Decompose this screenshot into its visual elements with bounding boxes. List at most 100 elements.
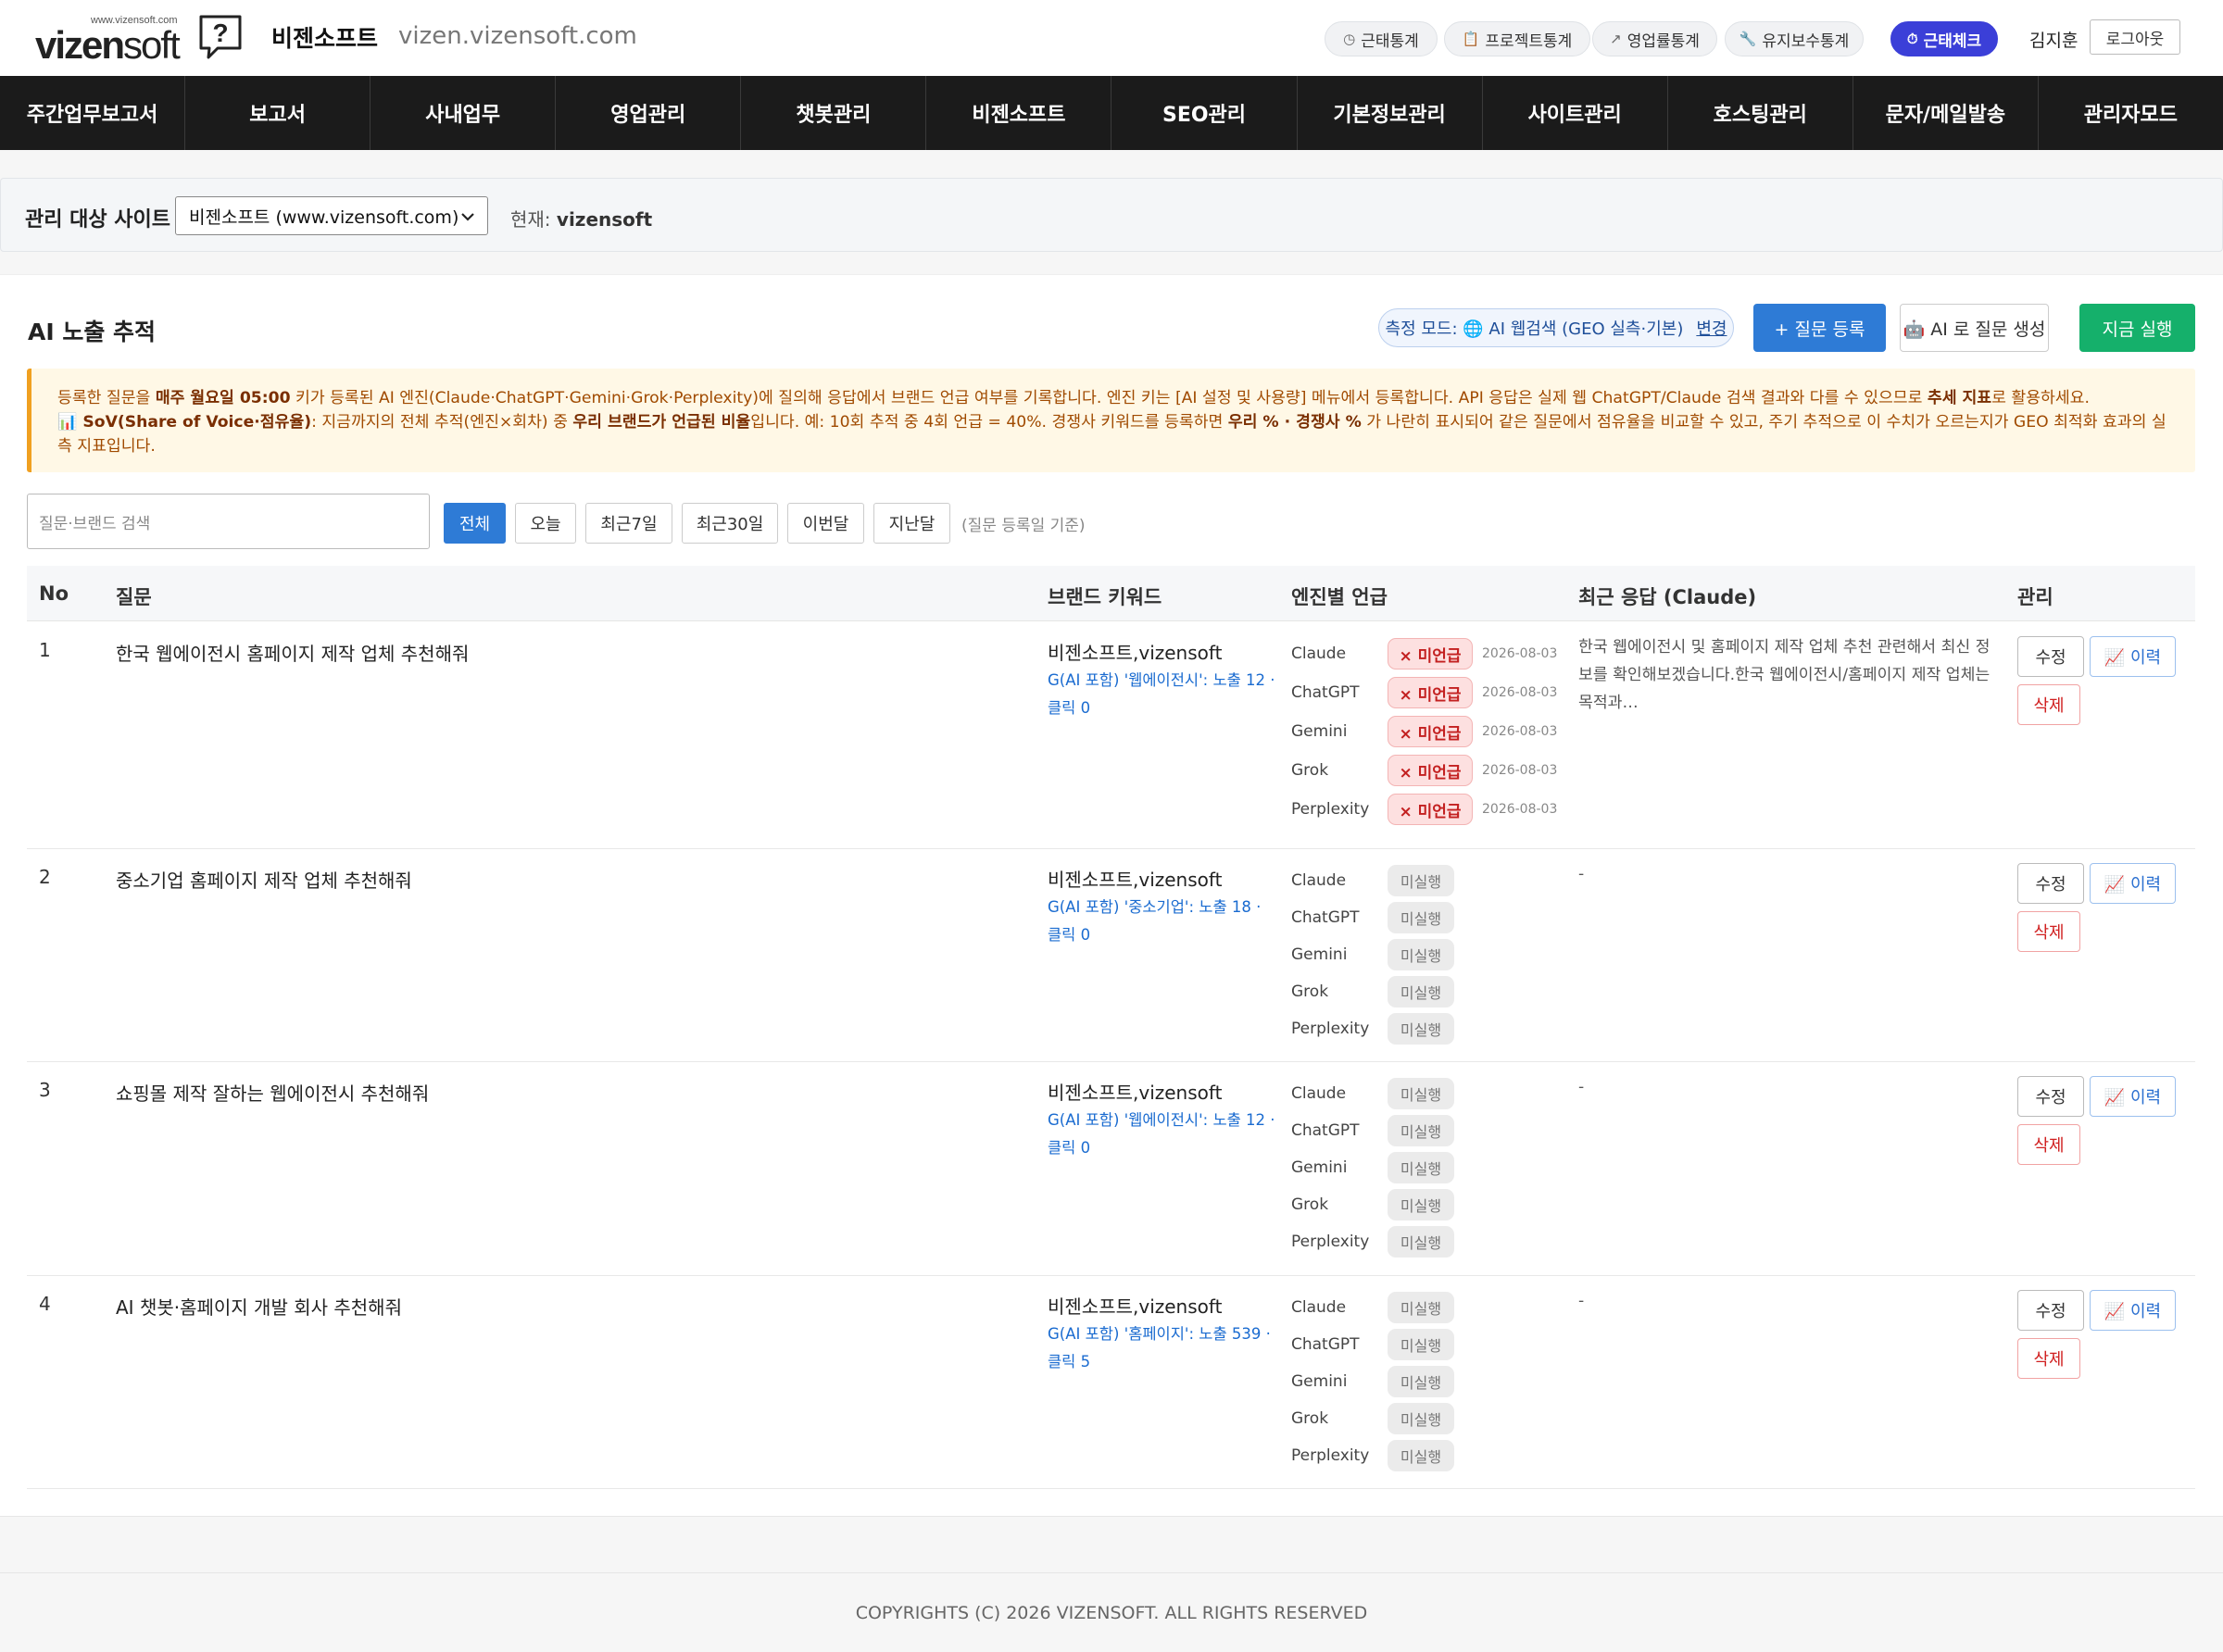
engine-date: 2026-08-03 bbox=[1482, 646, 1558, 661]
project-stats-button[interactable]: 📋 프로젝트통계 bbox=[1444, 21, 1590, 56]
add-question-button[interactable]: + 질문 등록 bbox=[1753, 304, 1886, 352]
history-button[interactable]: 📈 이력 bbox=[2090, 1290, 2176, 1331]
engine-name: ChatGPT bbox=[1291, 908, 1360, 927]
table-row: 1 한국 웹에이전시 홈페이지 제작 업체 추천해줘 비젠소프트,vizensoft… bbox=[27, 622, 2195, 849]
table-row: 4 AI 챗봇·홈페이지 개발 회사 추천해줘 비젠소프트,vizensoft G(A… bbox=[27, 1276, 2195, 1489]
row-number: 3 bbox=[39, 1079, 51, 1101]
keyword-text: 비젠소프트,vizensoft bbox=[1048, 1295, 1223, 1318]
run-now-button[interactable]: 지금 실행 bbox=[2079, 304, 2195, 352]
history-button[interactable]: 📈 이력 bbox=[2090, 863, 2176, 904]
engine-row: Grok × 미언급 2026-08-03 bbox=[1291, 753, 1569, 786]
search-input[interactable]: 질문·브랜드 검색 bbox=[27, 494, 430, 549]
nav-seo[interactable]: SEO관리 bbox=[1112, 76, 1298, 150]
edit-button[interactable]: 수정 bbox=[2017, 1076, 2084, 1117]
company-logo[interactable]: www.vizensoft.com vizensoft ? bbox=[35, 13, 244, 67]
not-mentioned-badge: × 미언급 bbox=[1388, 677, 1473, 708]
engine-row: Claude × 미언급 2026-08-03 bbox=[1291, 636, 1569, 670]
nav-chatbot[interactable]: 챗봇관리 bbox=[741, 76, 927, 150]
latest-response: - bbox=[1578, 1078, 1585, 1096]
engine-row: Perplexity 미실행 bbox=[1291, 1224, 1569, 1258]
engine-row: Perplexity 미실행 bbox=[1291, 1438, 1569, 1471]
maintenance-stats-button[interactable]: 🔧 유지보수통계 bbox=[1725, 21, 1864, 56]
logout-button[interactable]: 로그아웃 bbox=[2090, 19, 2180, 55]
engine-name: Gemini bbox=[1291, 1158, 1348, 1177]
trend-icon: ↗ bbox=[1610, 31, 1622, 47]
site-select[interactable]: 비젠소프트 (www.vizensoft.com) bbox=[175, 196, 488, 235]
not-mentioned-badge: × 미언급 bbox=[1388, 638, 1473, 670]
filter-30days[interactable]: 최근30일 bbox=[682, 503, 778, 544]
brand-name: 비젠소프트 bbox=[271, 25, 379, 52]
filter-7days[interactable]: 최근7일 bbox=[585, 503, 672, 544]
engine-name: Claude bbox=[1291, 1298, 1347, 1317]
site-selector-bar: 관리 대상 사이트 비젠소프트 (www.vizensoft.com) 현재: … bbox=[0, 178, 2223, 252]
attendance-stats-button[interactable]: ◷ 근태통계 bbox=[1325, 21, 1438, 56]
page-title: AI 노출 추적 bbox=[28, 319, 157, 345]
edit-button[interactable]: 수정 bbox=[2017, 1290, 2084, 1331]
engine-row: Gemini 미실행 bbox=[1291, 1150, 1569, 1183]
engine-name: ChatGPT bbox=[1291, 683, 1360, 702]
engine-name: Claude bbox=[1291, 871, 1347, 890]
delete-button[interactable]: 삭제 bbox=[2017, 911, 2080, 952]
wrench-icon: 🔧 bbox=[1739, 31, 1757, 47]
mode-change-link[interactable]: 변경 bbox=[1696, 316, 1727, 340]
gsc-stats-link[interactable]: G(AI 포함) '웹에이전시': 노출 12 · 클릭 0 bbox=[1048, 667, 1279, 722]
engine-row: Gemini 미실행 bbox=[1291, 1364, 1569, 1397]
nav-basic-info[interactable]: 기본정보관리 bbox=[1298, 76, 1483, 150]
nav-hosting[interactable]: 호스팅관리 bbox=[1668, 76, 1853, 150]
not-run-badge: 미실행 bbox=[1388, 1366, 1454, 1397]
nav-internal[interactable]: 사내업무 bbox=[370, 76, 557, 150]
col-no: No bbox=[39, 582, 69, 605]
top-header: www.vizensoft.com vizensoft ? 비젠소프트 vize… bbox=[0, 0, 2223, 76]
engine-date: 2026-08-03 bbox=[1482, 802, 1558, 817]
table-header: No 질문 브랜드 키워드 엔진별 언급 최근 응답 (Claude) 관리 bbox=[27, 566, 2195, 621]
delete-button[interactable]: 삭제 bbox=[2017, 684, 2080, 725]
notice-line-1: 등록한 질문을 매주 월요일 05:00 키가 등록된 AI 엔진(Claude… bbox=[57, 389, 2090, 407]
gsc-stats-link[interactable]: G(AI 포함) '웹에이전시': 노출 12 · 클릭 0 bbox=[1048, 1107, 1279, 1162]
filter-this-month[interactable]: 이번달 bbox=[787, 503, 864, 544]
attendance-check-button[interactable]: ⏱ 근태체크 bbox=[1890, 21, 1998, 56]
logo-wordmark: vizensoft bbox=[35, 23, 181, 67]
not-mentioned-badge: × 미언급 bbox=[1388, 794, 1473, 825]
nav-vizensoft[interactable]: 비젠소프트 bbox=[926, 76, 1112, 150]
site-domain: vizen.vizensoft.com bbox=[398, 22, 637, 50]
nav-weekly-report[interactable]: 주간업무보고서 bbox=[0, 76, 186, 150]
col-keywords: 브랜드 키워드 bbox=[1048, 586, 1162, 608]
edit-button[interactable]: 수정 bbox=[2017, 636, 2084, 677]
col-manage: 관리 bbox=[2017, 586, 2053, 608]
nav-site[interactable]: 사이트관리 bbox=[1483, 76, 1668, 150]
engine-row: ChatGPT 미실행 bbox=[1291, 1113, 1569, 1146]
engine-name: Claude bbox=[1291, 645, 1347, 663]
engine-row: Claude 미실행 bbox=[1291, 863, 1569, 896]
filter-today[interactable]: 오늘 bbox=[515, 503, 576, 544]
edit-button[interactable]: 수정 bbox=[2017, 863, 2084, 904]
engine-name: Grok bbox=[1291, 1195, 1329, 1214]
filter-all[interactable]: 전체 bbox=[444, 503, 506, 544]
row-number: 4 bbox=[39, 1293, 51, 1315]
clock-icon: ◷ bbox=[1343, 31, 1356, 47]
nav-sales[interactable]: 영업관리 bbox=[556, 76, 742, 150]
history-button[interactable]: 📈 이력 bbox=[2090, 636, 2176, 677]
engine-row: Claude 미실행 bbox=[1291, 1290, 1569, 1323]
latest-response: - bbox=[1578, 865, 1585, 883]
nav-messaging[interactable]: 문자/메일발송 bbox=[1853, 76, 2039, 150]
nav-report[interactable]: 보고서 bbox=[185, 76, 371, 150]
delete-button[interactable]: 삭제 bbox=[2017, 1124, 2080, 1165]
nav-admin[interactable]: 관리자모드 bbox=[2039, 76, 2223, 150]
delete-button[interactable]: 삭제 bbox=[2017, 1338, 2080, 1379]
not-mentioned-badge: × 미언급 bbox=[1388, 716, 1473, 747]
info-notice: 등록한 질문을 매주 월요일 05:00 키가 등록된 AI 엔진(Claude… bbox=[27, 369, 2195, 472]
site-selector-label: 관리 대상 사이트 bbox=[25, 208, 170, 232]
gsc-stats-link[interactable]: G(AI 포함) '홈페이지': 노출 539 · 클릭 5 bbox=[1048, 1320, 1279, 1376]
engine-row: ChatGPT × 미언급 2026-08-03 bbox=[1291, 675, 1569, 708]
not-run-badge: 미실행 bbox=[1388, 1292, 1454, 1323]
engine-row: ChatGPT 미실행 bbox=[1291, 1327, 1569, 1360]
history-button[interactable]: 📈 이력 bbox=[2090, 1076, 2176, 1117]
filter-note: (질문 등록일 기준) bbox=[961, 517, 1086, 535]
brand-keywords: 비젠소프트,vizensoft G(AI 포함) '웹에이전시': 노출 12 ·… bbox=[1048, 1078, 1279, 1162]
gsc-stats-link[interactable]: G(AI 포함) '중소기업': 노출 18 · 클릭 0 bbox=[1048, 894, 1279, 949]
sales-stats-button[interactable]: ↗ 영업률통계 bbox=[1592, 21, 1717, 56]
ai-generate-question-button[interactable]: 🤖 AI 로 질문 생성 bbox=[1900, 304, 2049, 352]
not-run-badge: 미실행 bbox=[1388, 1189, 1454, 1220]
measure-mode-pill: 측정 모드: 🌐 AI 웹검색 (GEO 실측·기본) 변경 bbox=[1378, 308, 1734, 347]
filter-last-month[interactable]: 지난달 bbox=[873, 503, 950, 544]
